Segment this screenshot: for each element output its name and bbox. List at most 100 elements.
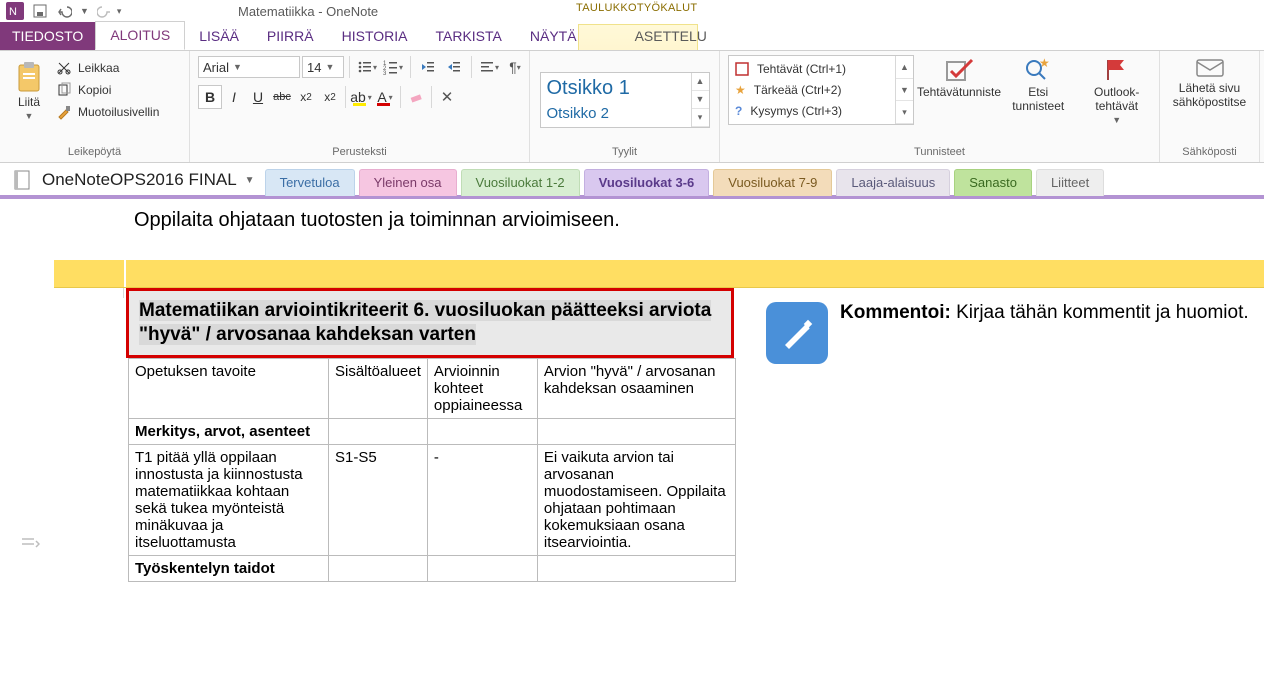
paragraph-mark-button[interactable]: ¶▾: [503, 55, 527, 79]
notebook-icon: [12, 169, 34, 191]
section-tab-tervetuloa[interactable]: Tervetuloa: [265, 169, 355, 196]
tab-view[interactable]: NÄYTÄ: [516, 23, 591, 50]
painter-label: Muotoilusivellin: [78, 105, 159, 119]
align-button[interactable]: ▾: [477, 55, 501, 79]
qat-redo-icon[interactable]: [97, 3, 113, 19]
onenote-app-icon: N: [6, 2, 24, 20]
section-tab-vl36[interactable]: Vuosiluokat 3-6: [584, 169, 710, 196]
delete-button[interactable]: ✕: [435, 85, 459, 109]
indent-icon: [446, 59, 462, 75]
find-tags-label: Etsi tunnisteet: [1012, 85, 1064, 113]
chevron-down-icon[interactable]: ▼: [325, 62, 334, 72]
style-heading1[interactable]: Otsikko 1: [547, 77, 687, 100]
tag-question[interactable]: ? Kysymys (Ctrl+3): [733, 103, 891, 119]
criteria-table[interactable]: Opetuksen tavoite Sisältöalueet Arvioinn…: [128, 358, 736, 582]
tag-question-label: Kysymys (Ctrl+3): [750, 104, 842, 118]
title-bar: N ▼ ▾ TAULUKKOTYÖKALUT Matematiikka - On…: [0, 0, 1264, 24]
qat-customize-icon[interactable]: ▾: [117, 6, 122, 17]
highlight-button[interactable]: ab▾: [349, 85, 373, 109]
paste-button[interactable]: Liitä ▼: [8, 55, 50, 121]
container-handle-icon[interactable]: [20, 537, 40, 554]
numbering-button[interactable]: 123▾: [381, 55, 405, 79]
email-page-button[interactable]: Lähetä sivu sähköpostitse: [1168, 55, 1251, 109]
bold-glyph: B: [205, 89, 215, 105]
chevron-down-icon[interactable]: ▼: [25, 111, 34, 121]
tab-history[interactable]: HISTORIA: [328, 23, 422, 50]
qat-undo-icon[interactable]: [56, 3, 72, 19]
cell: Merkitys, arvot, asenteet: [129, 418, 329, 444]
underline-button[interactable]: U: [246, 85, 270, 109]
subscript-button[interactable]: x2: [294, 85, 318, 109]
tab-insert[interactable]: LISÄÄ: [185, 23, 253, 50]
todo-tag-button[interactable]: Tehtävätunniste: [924, 55, 994, 99]
font-size-combo[interactable]: 14 ▼: [302, 56, 344, 78]
section-tab-vl79[interactable]: Vuosiluokat 7-9: [713, 169, 832, 196]
format-painter-button[interactable]: Muotoilusivellin: [54, 103, 161, 121]
contextual-tab-label: TAULUKKOTYÖKALUT: [576, 2, 697, 14]
tab-review[interactable]: TARKISTA: [421, 23, 515, 50]
gallery-more-icon[interactable]: ▾: [896, 101, 913, 124]
font-color-button[interactable]: A▾: [373, 85, 397, 109]
group-styles-label: Tyylit: [612, 144, 637, 160]
gallery-up-icon[interactable]: ▲: [896, 56, 913, 79]
section-tab-vl12[interactable]: Vuosiluokat 1-2: [461, 169, 580, 196]
section-tab-yleinen[interactable]: Yleinen osa: [359, 169, 457, 196]
pilcrow-icon: ¶: [509, 59, 517, 75]
tag-important[interactable]: ★ Tärkeää (Ctrl+2): [733, 82, 891, 98]
col-goal: Opetuksen tavoite: [129, 358, 329, 418]
scissors-icon: [56, 60, 72, 76]
gallery-down-icon[interactable]: ▼: [692, 91, 709, 109]
search-star-icon: ★: [1023, 57, 1053, 83]
svg-text:★: ★: [1039, 57, 1050, 70]
italic-button[interactable]: I: [222, 85, 246, 109]
gallery-more-icon[interactable]: ▾: [692, 109, 709, 127]
criteria-title-box[interactable]: Matematiikan arviointikriteerit 6. vuosi…: [126, 288, 734, 358]
font-size-value: 14: [307, 60, 321, 75]
chevron-down-icon[interactable]: ▼: [1112, 115, 1121, 125]
tab-file[interactable]: TIEDOSTO: [0, 22, 95, 50]
comment-block[interactable]: Kommentoi: Kirjaa tähän kommentit ja huo…: [766, 288, 1249, 364]
gallery-down-icon[interactable]: ▼: [896, 79, 913, 102]
superscript-button[interactable]: x2: [318, 85, 342, 109]
outlook-tasks-label: Outlook- tehtävät: [1094, 85, 1139, 113]
section-tab-liitteet[interactable]: Liitteet: [1036, 169, 1104, 196]
qat-dropdown-icon[interactable]: ▼: [80, 6, 89, 16]
section-tab-sanasto[interactable]: Sanasto: [954, 169, 1032, 196]
notebook-picker[interactable]: OneNoteOPS2016 FINAL ▼: [12, 169, 261, 195]
indent-button[interactable]: [442, 55, 466, 79]
chevron-down-icon[interactable]: ▼: [245, 175, 255, 186]
bold-button[interactable]: B: [198, 85, 222, 109]
tag-todo[interactable]: Tehtävät (Ctrl+1): [733, 61, 891, 77]
strike-button[interactable]: abc: [270, 85, 294, 109]
cell: T1 pitää yllä oppilaan innostusta ja kii…: [129, 444, 329, 555]
copy-button[interactable]: Kopioi: [54, 81, 161, 99]
section-tabs-row: OneNoteOPS2016 FINAL ▼ Tervetuloa Yleine…: [0, 167, 1264, 199]
criteria-title-text: Matematiikan arviointikriteerit 6. vuosi…: [139, 300, 711, 345]
cut-button[interactable]: Leikkaa: [54, 59, 161, 77]
section-tab-laaja[interactable]: Laaja-alaisuus: [836, 169, 950, 196]
chevron-down-icon[interactable]: ▼: [233, 62, 242, 72]
gallery-up-icon[interactable]: ▲: [692, 73, 709, 91]
tab-draw[interactable]: PIIRRÄ: [253, 23, 328, 50]
table-row[interactable]: Merkitys, arvot, asenteet: [129, 418, 736, 444]
table-row[interactable]: Opetuksen tavoite Sisältöalueet Arvioinn…: [129, 358, 736, 418]
svg-text:N: N: [9, 6, 17, 18]
font-name-combo[interactable]: Arial▼: [198, 56, 300, 78]
tab-home[interactable]: ALOITUS: [95, 21, 185, 50]
find-tags-button[interactable]: ★ Etsi tunnisteet: [1004, 55, 1073, 113]
italic-glyph: I: [232, 89, 236, 105]
qat-save-icon[interactable]: [32, 3, 48, 19]
tags-gallery[interactable]: Tehtävät (Ctrl+1) ★ Tärkeää (Ctrl+2) ? K…: [728, 55, 914, 125]
table-row[interactable]: T1 pitää yllä oppilaan innostusta ja kii…: [129, 444, 736, 555]
bullets-icon: [357, 59, 373, 75]
tab-layout[interactable]: ASETTELU: [621, 23, 721, 50]
page-intro-text[interactable]: Oppilaita ohjataan tuotosten ja toiminna…: [54, 199, 1264, 242]
outdent-button[interactable]: [416, 55, 440, 79]
bullets-button[interactable]: ▾: [355, 55, 379, 79]
table-row[interactable]: Työskentelyn taidot: [129, 555, 736, 581]
outlook-tasks-button[interactable]: Outlook- tehtävät ▼: [1082, 55, 1151, 125]
clear-formatting-button[interactable]: [404, 85, 428, 109]
paintbrush-icon: [56, 104, 72, 120]
styles-gallery[interactable]: Otsikko 1 Otsikko 2 ▲ ▼ ▾: [540, 72, 710, 128]
style-heading2[interactable]: Otsikko 2: [547, 105, 687, 122]
